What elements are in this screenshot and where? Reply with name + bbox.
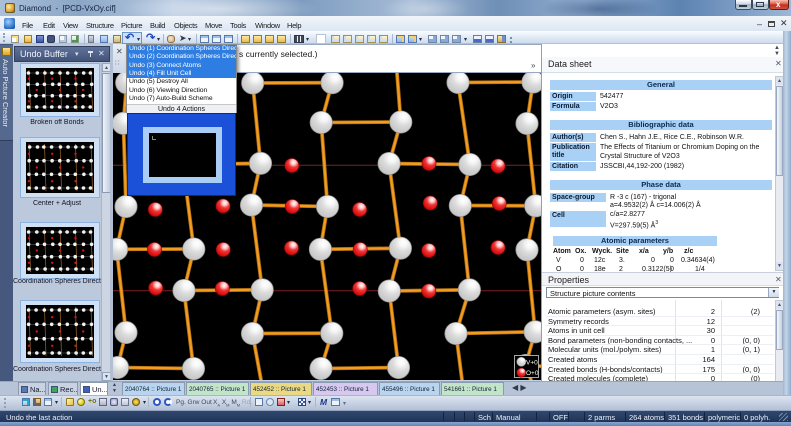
svg-text:O+0: O+0 — [526, 370, 539, 377]
svg-text:V+0: V+0 — [526, 359, 538, 366]
